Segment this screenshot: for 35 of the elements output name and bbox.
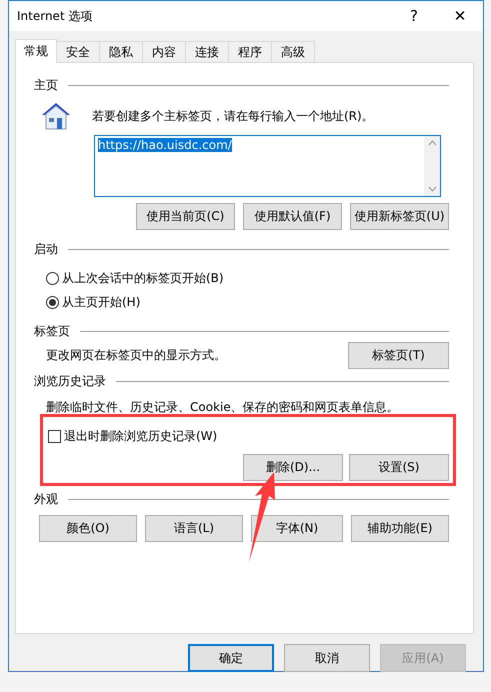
- homepage-button[interactable]: 使用默认值(F): [243, 203, 342, 230]
- radio-button[interactable]: [46, 296, 59, 308]
- section-heading: 主页: [34, 76, 58, 94]
- window-title: Internet 选项: [17, 8, 94, 24]
- radio-label: 从主页开始(H): [62, 294, 140, 310]
- tab[interactable]: 高级: [271, 41, 315, 63]
- tabs-button[interactable]: 标签页(T): [348, 342, 449, 369]
- appearance-button[interactable]: 语言(L): [145, 515, 243, 542]
- radio-button[interactable]: [46, 272, 59, 284]
- help-button[interactable]: ?: [391, 1, 437, 31]
- section-heading: 启动: [34, 240, 58, 258]
- instruction-text: 若要创建多个主标签页，请在每行输入一个地址(R)。: [92, 108, 374, 124]
- radio-label: 从上次会话中的标签页开始(B): [62, 270, 224, 286]
- homepage-field[interactable]: https://hao.uisdc.com/: [94, 135, 441, 197]
- homepage-button[interactable]: 使用新标签页(U): [350, 203, 449, 230]
- history-description: 删除临时文件、历史记录、Cookie、保存的密码和网页表单信息。: [46, 399, 399, 416]
- arrow-icon: [247, 472, 277, 564]
- section-heading: 浏览历史记录: [34, 372, 106, 390]
- tab[interactable]: 常规: [15, 39, 57, 63]
- close-button[interactable]: ✕: [437, 1, 483, 31]
- appearance-button[interactable]: 颜色(O): [39, 515, 137, 542]
- history-button[interactable]: 删除(D)...: [243, 454, 343, 481]
- house-icon: [40, 101, 72, 131]
- dialog-button[interactable]: 确定: [188, 644, 274, 672]
- section-heading: 标签页: [34, 322, 70, 340]
- checkbox-label: 退出时删除浏览历史记录(W): [64, 428, 218, 445]
- homepage-button[interactable]: 使用当前页(C): [136, 203, 235, 230]
- scrollbar[interactable]: [424, 136, 440, 196]
- checkbox[interactable]: [48, 430, 61, 443]
- appearance-button[interactable]: 字体(N): [251, 515, 343, 542]
- section-heading: 外观: [34, 490, 58, 508]
- appearance-button[interactable]: 辅助功能(E): [351, 515, 449, 542]
- tabs-description: 更改网页在标签页中的显示方式。: [46, 347, 226, 364]
- history-button[interactable]: 设置(S): [349, 454, 449, 481]
- dialog-button[interactable]: 取消: [284, 644, 370, 672]
